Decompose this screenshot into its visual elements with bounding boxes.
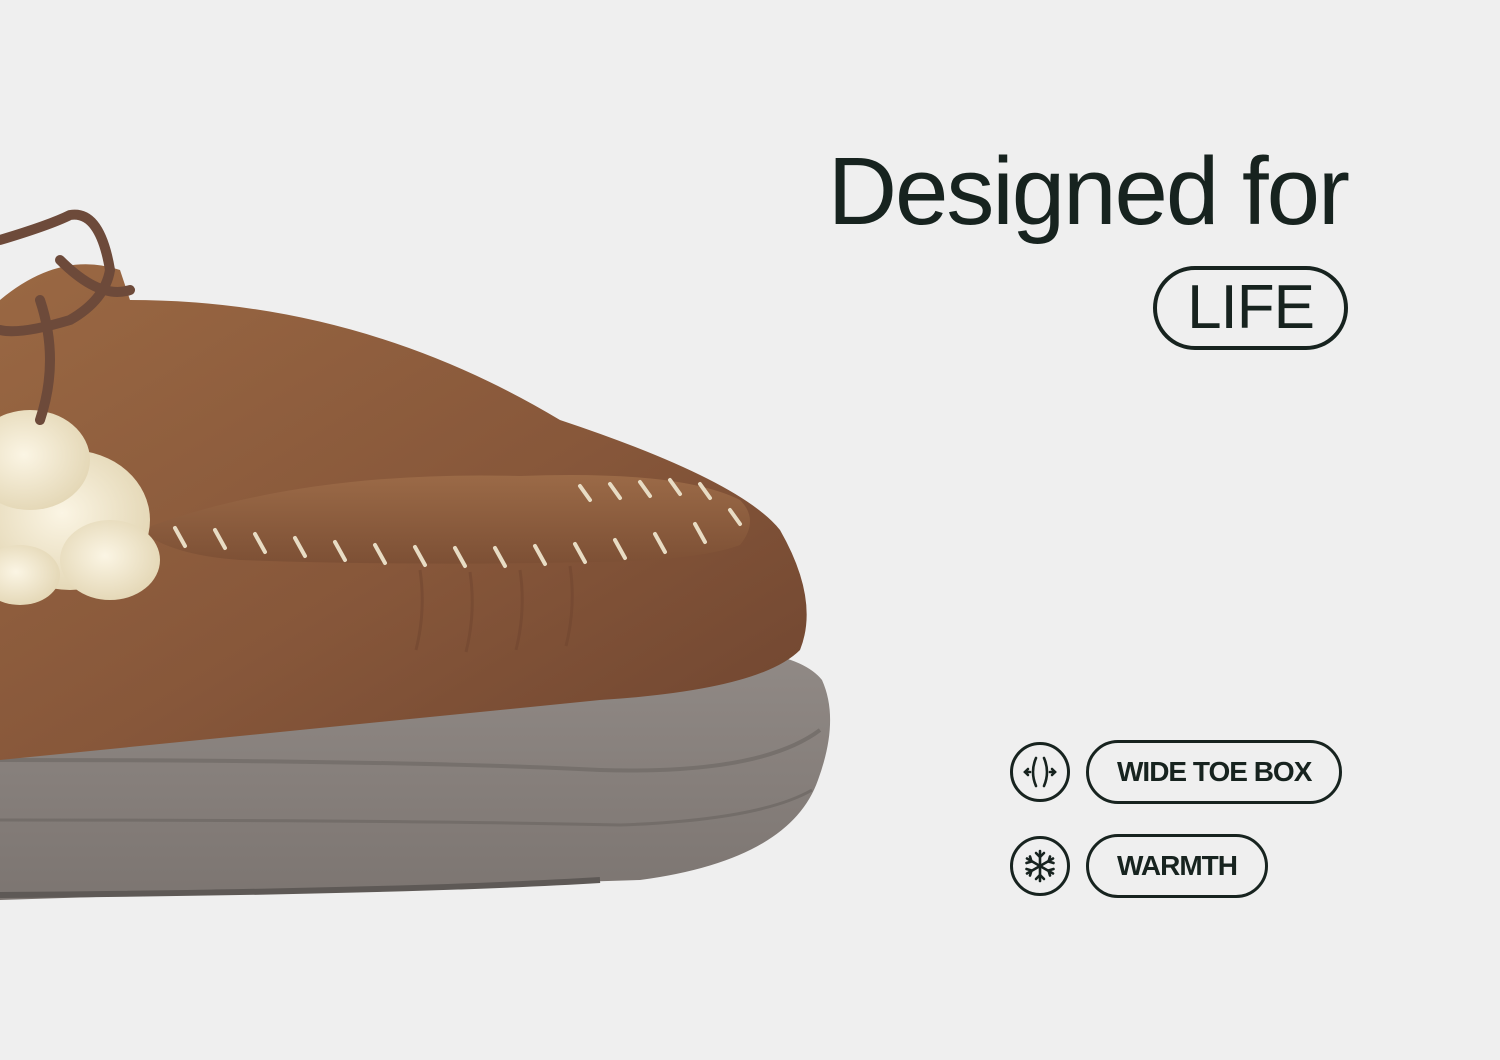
feature-list: WIDE TOE BOX WARMTH (1010, 740, 1450, 928)
feature-label-warmth: WARMTH (1086, 834, 1268, 898)
product-banner: Designed for LIFE WIDE TOE BOX WARMTH (0, 0, 1500, 1060)
feature-label-wide-toe-box: WIDE TOE BOX (1086, 740, 1343, 804)
product-image-moccasin (0, 209, 831, 900)
headline-title: Designed for (827, 138, 1350, 245)
headline-highlight-pill: LIFE (1153, 266, 1348, 350)
snowflake-icon (1010, 836, 1070, 896)
headline: Designed for LIFE (827, 132, 1350, 350)
wide-toe-box-icon (1010, 742, 1070, 802)
feature-item-warmth: WARMTH (1010, 834, 1450, 898)
feature-item-wide-toe-box: WIDE TOE BOX (1010, 740, 1450, 804)
